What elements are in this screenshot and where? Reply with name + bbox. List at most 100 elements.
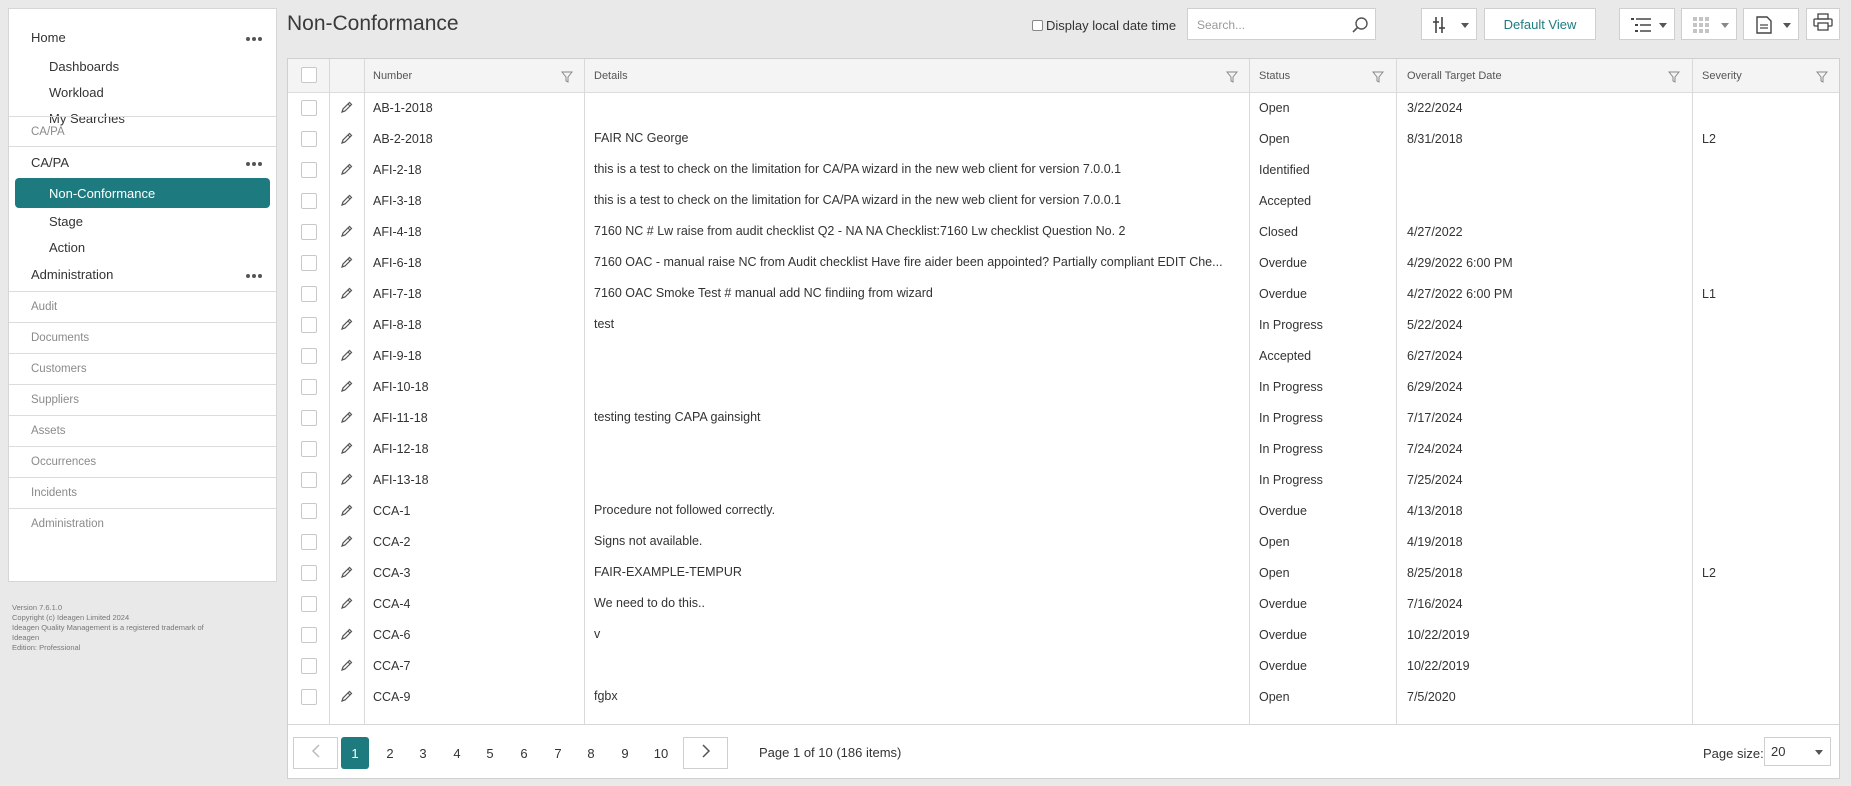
table-row[interactable]: CCA-7 Overdue 10/22/2019 [288,650,1839,681]
table-row[interactable]: AFI-12-18 In Progress 7/24/2024 [288,433,1839,464]
cell-number[interactable]: AFI-7-18 [373,278,573,309]
row-checkbox[interactable] [301,348,317,364]
table-row[interactable]: CCA-9 fgbx Open 7/5/2020 [288,681,1839,712]
cell-number[interactable]: AFI-13-18 [373,464,573,495]
column-settings-button[interactable] [1421,8,1477,40]
row-checkbox[interactable] [301,410,317,426]
edit-icon[interactable] [340,132,353,150]
header-details[interactable]: Details [594,59,628,92]
cell-number[interactable]: AFI-4-18 [373,216,573,247]
table-row[interactable]: AFI-8-18 test In Progress 5/22/2024 [288,309,1839,340]
page-number-button[interactable]: 4 [443,737,471,769]
grid-view-button[interactable] [1681,8,1737,40]
table-row[interactable]: AFI-10-18 In Progress 6/29/2024 [288,371,1839,402]
select-all-checkbox[interactable] [301,67,317,83]
row-checkbox[interactable] [301,627,317,643]
header-number[interactable]: Number [373,59,412,92]
module-assets[interactable]: Assets [9,416,276,446]
nav-action[interactable]: Action [9,232,276,262]
edit-icon[interactable] [340,287,353,305]
capa-more-icon[interactable] [246,155,264,169]
module-documents[interactable]: Documents [9,323,276,353]
row-checkbox[interactable] [301,255,317,271]
status-filter-icon[interactable] [1371,70,1385,88]
local-time-checkbox[interactable] [1032,20,1043,31]
list-view-button[interactable] [1619,8,1675,40]
module-suppliers[interactable]: Suppliers [9,385,276,415]
edit-icon[interactable] [340,256,353,274]
row-checkbox[interactable] [301,379,317,395]
cell-number[interactable]: AB-2-2018 [373,123,573,154]
table-row[interactable]: AFI-11-18 testing testing CAPA gainsight I… [288,402,1839,433]
cell-number[interactable]: CCA-7 [373,650,573,681]
header-status[interactable]: Status [1259,59,1290,92]
cell-number[interactable]: CCA-6 [373,619,573,650]
table-row[interactable]: CCA-4 We need to do this.. Overdue 7/16/202… [288,588,1839,619]
row-checkbox[interactable] [301,689,317,705]
row-checkbox[interactable] [301,534,317,550]
table-row[interactable]: AFI-3-18 this is a test to check on the l… [288,185,1839,216]
cell-number[interactable]: CCA-9 [373,681,573,712]
row-checkbox[interactable] [301,131,317,147]
page-number-button[interactable]: 5 [476,737,504,769]
cell-number[interactable]: CCA-1 [373,495,573,526]
nav-non-conformance[interactable]: Non-Conformance [15,178,270,208]
severity-filter-icon[interactable] [1815,70,1829,88]
table-row[interactable]: AFI-4-18 7160 NC # Lw raise from audit ch… [288,216,1839,247]
page-number-button[interactable]: 3 [409,737,437,769]
module-audit[interactable]: Audit [9,292,276,322]
table-row[interactable]: AFI-13-18 In Progress 7/25/2024 [288,464,1839,495]
page-number-button[interactable]: 8 [577,737,605,769]
page-number-button[interactable]: 7 [544,737,572,769]
page-number-button[interactable]: 2 [376,737,404,769]
table-row[interactable]: CCA-1 Procedure not followed correctly. Ov… [288,495,1839,526]
table-row[interactable]: AB-1-2018 Open 3/22/2024 [288,92,1839,123]
edit-icon[interactable] [340,194,353,212]
cell-number[interactable]: AFI-11-18 [373,402,573,433]
module-administration[interactable]: Administration [9,509,276,539]
page-number-button[interactable]: 9 [611,737,639,769]
cell-number[interactable]: AFI-6-18 [373,247,573,278]
row-checkbox[interactable] [301,658,317,674]
table-row[interactable]: CCA-6 v Overdue 10/22/2019 [288,619,1839,650]
header-severity[interactable]: Severity [1702,59,1742,92]
row-checkbox[interactable] [301,100,317,116]
default-view-button[interactable]: Default View [1484,8,1596,40]
print-button[interactable] [1806,8,1840,40]
edit-icon[interactable] [340,163,353,181]
page-number-button[interactable]: 6 [510,737,538,769]
module-incidents[interactable]: Incidents [9,478,276,508]
row-checkbox[interactable] [301,317,317,333]
table-row[interactable]: AFI-2-18 this is a test to check on the l… [288,154,1839,185]
search-input[interactable] [1195,10,1349,40]
row-checkbox[interactable] [301,193,317,209]
row-checkbox[interactable] [301,596,317,612]
header-target-date[interactable]: Overall Target Date [1407,59,1502,92]
edit-icon[interactable] [340,504,353,522]
section-capa[interactable]: CA/PA [9,117,276,147]
next-page-button[interactable] [683,737,728,769]
cell-number[interactable]: CCA-3 [373,557,573,588]
home-more-icon[interactable] [246,30,264,44]
cell-number[interactable]: AFI-12-18 [373,433,573,464]
edit-icon[interactable] [340,101,353,119]
table-row[interactable]: CCA-2 Signs not available. Open 4/19/2018 [288,526,1839,557]
cell-number[interactable]: AB-1-2018 [373,92,573,123]
edit-icon[interactable] [340,597,353,615]
report-button[interactable] [1743,8,1799,40]
page-number-button[interactable]: 1 [341,737,369,769]
table-row[interactable]: AFI-6-18 7160 OAC - manual raise NC from … [288,247,1839,278]
number-filter-icon[interactable] [560,70,574,88]
cell-number[interactable]: CCA-2 [373,526,573,557]
edit-icon[interactable] [340,442,353,460]
details-filter-icon[interactable] [1225,70,1239,88]
row-checkbox[interactable] [301,472,317,488]
table-row[interactable]: CCA-3 FAIR-EXAMPLE-TEMPUR Open 8/25/2018 L2 [288,557,1839,588]
table-row[interactable]: AFI-7-18 7160 OAC Smoke Test # manual add… [288,278,1839,309]
edit-icon[interactable] [340,411,353,429]
row-checkbox[interactable] [301,224,317,240]
module-customers[interactable]: Customers [9,354,276,384]
prev-page-button[interactable] [293,737,338,769]
target-filter-icon[interactable] [1667,70,1681,88]
edit-icon[interactable] [340,473,353,491]
